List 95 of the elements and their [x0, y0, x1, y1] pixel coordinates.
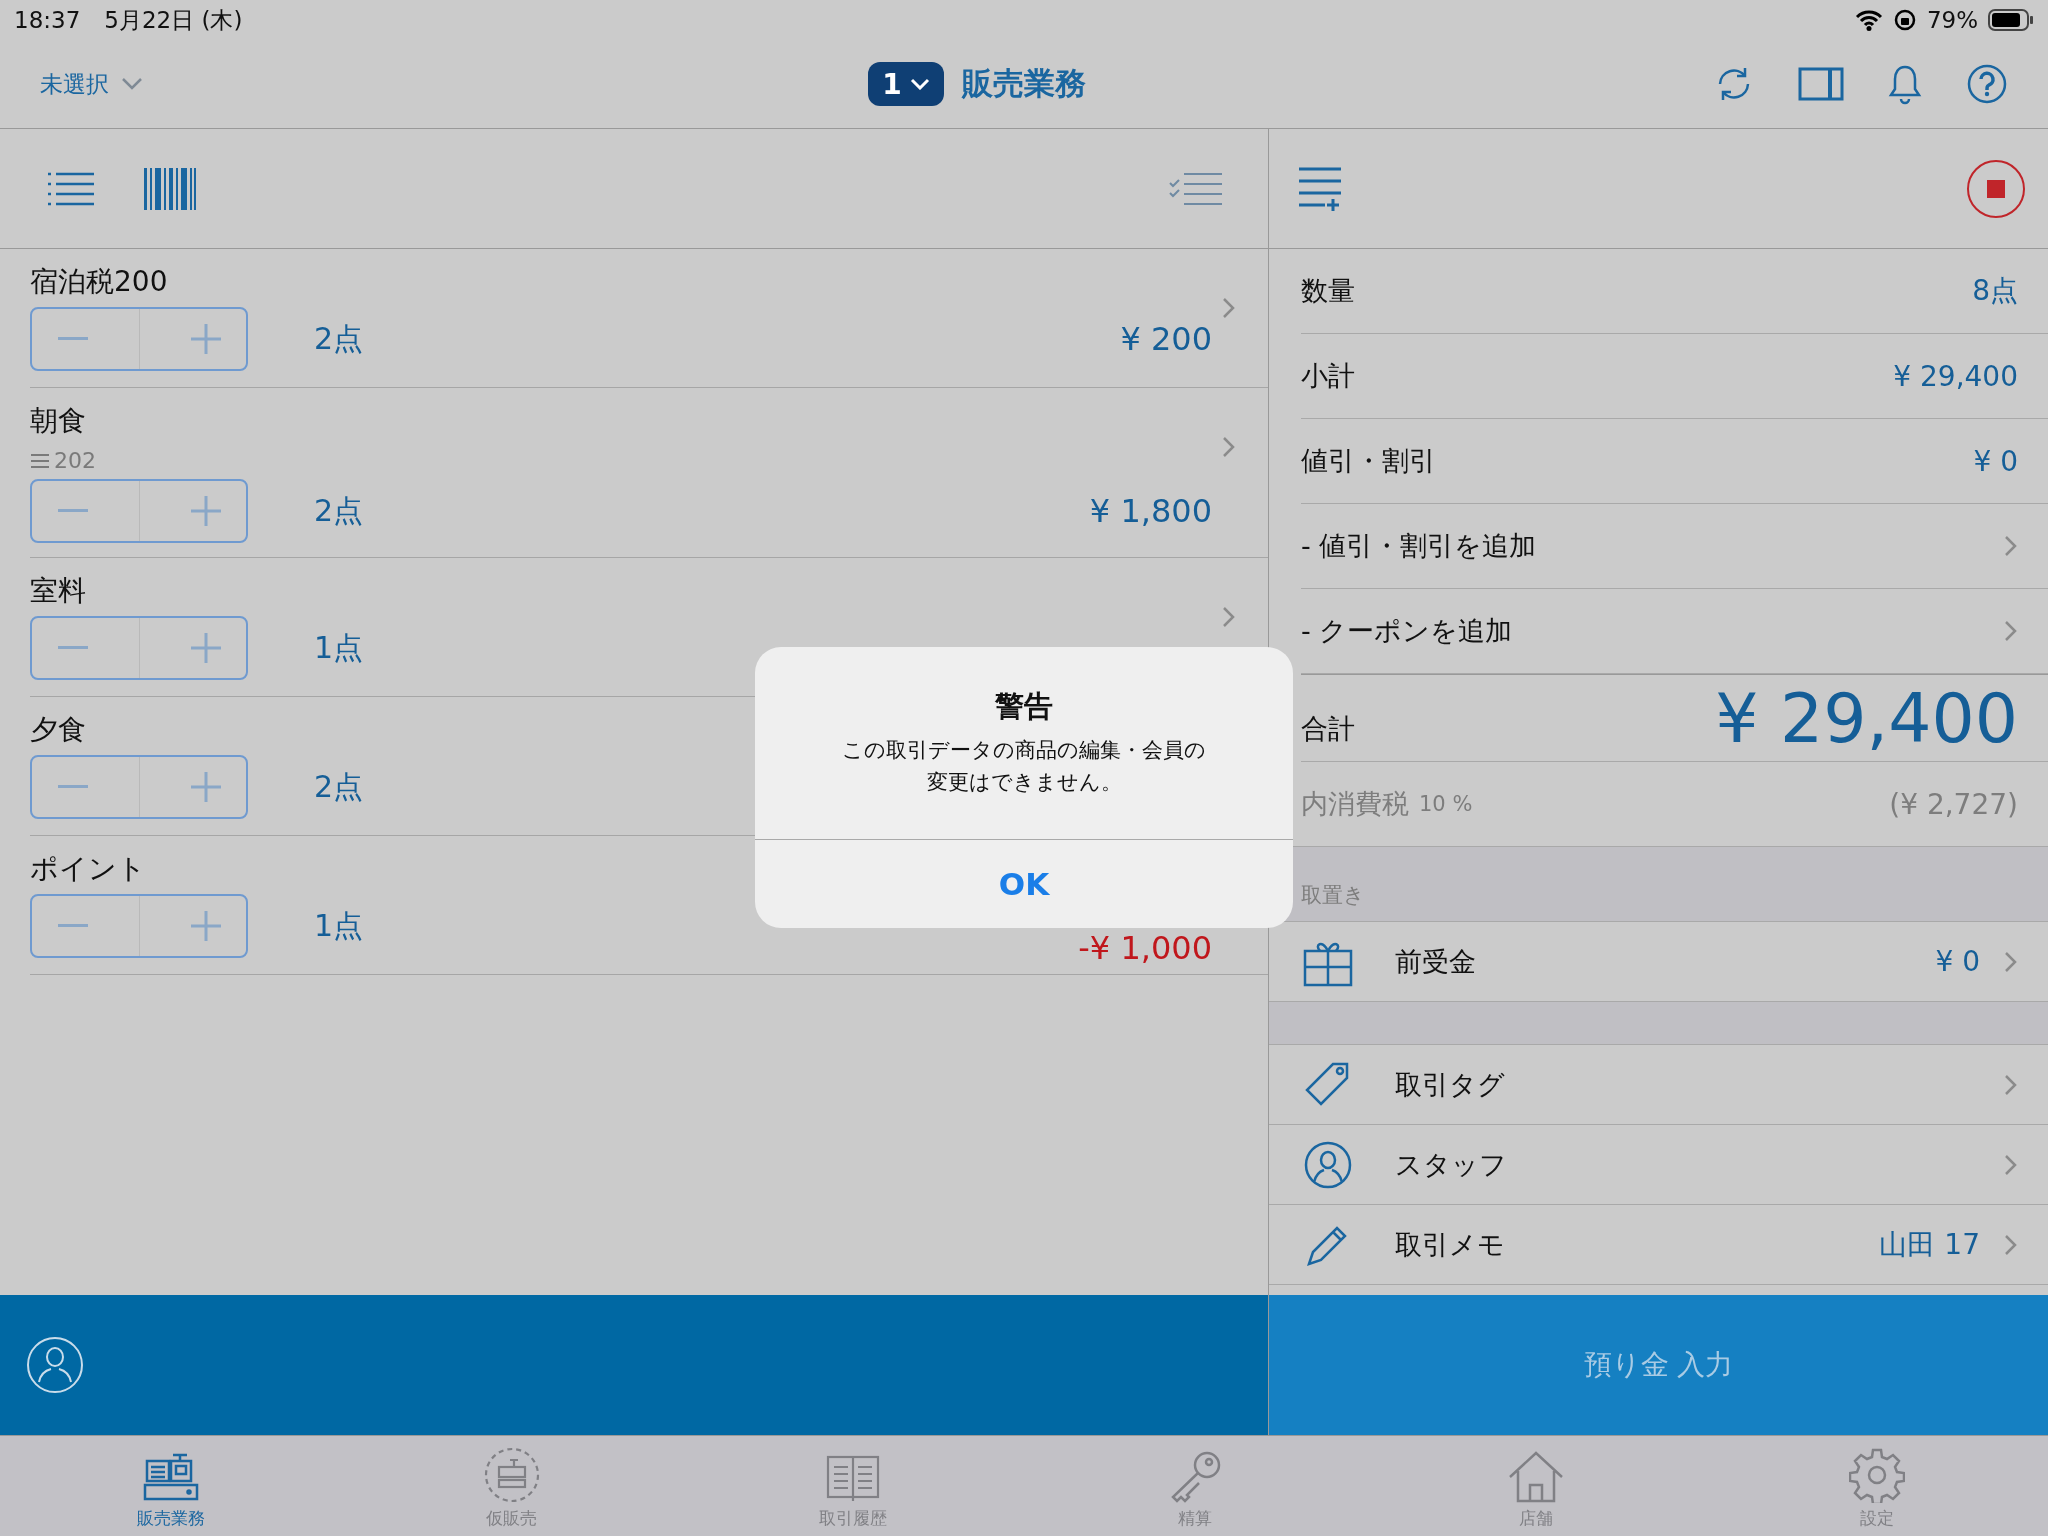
item-name: 夕食 [30, 712, 86, 748]
total-amount: ¥ 29,400 [1715, 685, 2018, 753]
item-quantity: 1点 [314, 628, 364, 667]
alert-message: この取引データの商品の編集・会員の変更はできません。 [841, 737, 1207, 796]
plus-icon[interactable] [190, 496, 221, 526]
tax-label: 内消費税 [1301, 787, 1409, 821]
person-icon [1303, 1139, 1353, 1190]
settings-icon [1849, 1447, 1906, 1503]
quantity-stepper[interactable] [30, 307, 248, 371]
tab-bar-item[interactable]: 設定 [1706, 1436, 2048, 1536]
minus-icon[interactable] [57, 785, 88, 789]
list-icon[interactable] [46, 170, 94, 207]
plus-icon[interactable] [190, 324, 221, 354]
item-name: 朝食 [30, 403, 86, 439]
row-label: 取引メモ [1395, 1227, 1505, 1262]
chevron-right-icon[interactable] [2004, 950, 2018, 973]
minus-icon[interactable] [57, 646, 88, 650]
tab-bar-item[interactable]: 販売業務 [0, 1436, 342, 1536]
battery-percent: 79% [1926, 7, 1978, 33]
item-quantity: 2点 [314, 491, 364, 530]
chevron-right-icon[interactable] [2004, 1073, 2018, 1096]
chevron-right-icon[interactable] [1222, 436, 1236, 458]
customer-icon[interactable] [26, 1336, 84, 1394]
quantity-stepper[interactable] [30, 894, 248, 958]
chevron-down-icon [121, 77, 143, 91]
summary-label: - クーポンを追加 [1301, 614, 1513, 648]
help-icon[interactable] [1966, 63, 2008, 105]
summary-label: 数量 [1301, 274, 1355, 308]
tab-bar-item[interactable]: 精算 [1024, 1436, 1366, 1536]
quantity-stepper[interactable] [30, 755, 248, 819]
item-name: ポイント [30, 851, 146, 887]
rotation-lock-icon [1892, 8, 1917, 32]
bell-icon[interactable] [1888, 63, 1922, 105]
quantity-stepper[interactable] [30, 479, 248, 543]
split-view-icon[interactable] [1798, 67, 1844, 101]
tab-bar-item[interactable]: 店舗 [1365, 1436, 1707, 1536]
house-icon [1507, 1451, 1564, 1503]
store-picker[interactable]: 未選択 [40, 68, 143, 100]
barcode-icon[interactable] [144, 167, 196, 210]
item-price: -¥ 1,000 [1078, 929, 1212, 967]
battery-icon [1988, 8, 2034, 32]
checklist-icon[interactable] [1168, 170, 1222, 207]
summary-label: - 値引・割引を追加 [1301, 529, 1537, 563]
chevron-right-icon[interactable] [1222, 297, 1236, 319]
tax-rate: 10 % [1419, 792, 1473, 816]
minus-icon[interactable] [57, 924, 88, 928]
total-label: 合計 [1301, 712, 1355, 746]
status-date: 5月22日 (木) [104, 5, 243, 35]
quantity-stepper[interactable] [30, 616, 248, 680]
minus-icon[interactable] [57, 337, 88, 341]
register-selector[interactable]: 1 [868, 62, 944, 106]
section-title: 取置き [1301, 882, 1365, 909]
plus-icon[interactable] [190, 772, 221, 802]
chevron-right-icon[interactable] [2004, 1153, 2018, 1176]
chevron-right-icon[interactable] [2004, 1233, 2018, 1256]
item-price: ¥ 200 [1120, 320, 1212, 358]
item-quantity: 1点 [314, 906, 364, 945]
summary-value: ¥ 29,400 [1893, 359, 2018, 393]
row-label: スタッフ [1395, 1147, 1507, 1182]
item-quantity: 2点 [314, 767, 364, 806]
row-label: 前受金 [1395, 944, 1476, 979]
summary-value: 8点 [1972, 273, 2018, 309]
item-code: 202 [54, 448, 96, 473]
item-name: 宿泊税200 [30, 264, 168, 300]
add-list-icon[interactable] [1297, 165, 1343, 212]
book-icon [826, 1455, 881, 1503]
item-price: ¥ 1,800 [1089, 492, 1212, 530]
stop-icon[interactable] [1966, 158, 2026, 219]
row-label: 取引タグ [1395, 1067, 1505, 1102]
summary-label: 小計 [1301, 359, 1355, 393]
cash-register-icon [142, 1453, 199, 1503]
wifi-icon [1854, 9, 1883, 31]
deposit-input-button[interactable]: 預り金 入力 [1269, 1295, 2048, 1435]
plus-icon[interactable] [190, 911, 221, 941]
tab-bar-item[interactable]: 取引履歴 [682, 1436, 1024, 1536]
chevron-right-icon[interactable] [2004, 535, 2018, 557]
plus-icon[interactable] [190, 633, 221, 663]
tab-bar-item[interactable]: 仮販売 [341, 1436, 683, 1536]
status-time: 18:37 [14, 7, 81, 33]
summary-value: ¥ 0 [1973, 444, 2018, 478]
dashed-register-icon [484, 1447, 540, 1503]
code-icon [30, 452, 50, 469]
row-value: ¥ 0 [1935, 945, 1980, 978]
chevron-right-icon[interactable] [1222, 606, 1236, 628]
summary-label: 値引・割引 [1301, 444, 1436, 478]
row-value: 山田 17 [1879, 1226, 1980, 1263]
ok-button[interactable]: OK [755, 840, 1293, 928]
alert-title: 警告 [995, 688, 1053, 725]
page-title: 販売業務 [962, 64, 1086, 103]
item-name: 室料 [30, 573, 86, 609]
minus-icon[interactable] [57, 509, 88, 513]
item-quantity: 2点 [314, 319, 364, 358]
chevron-down-icon [909, 78, 930, 90]
tax-amount: (¥ 2,727) [1889, 787, 2018, 821]
chevron-right-icon[interactable] [2004, 620, 2018, 642]
